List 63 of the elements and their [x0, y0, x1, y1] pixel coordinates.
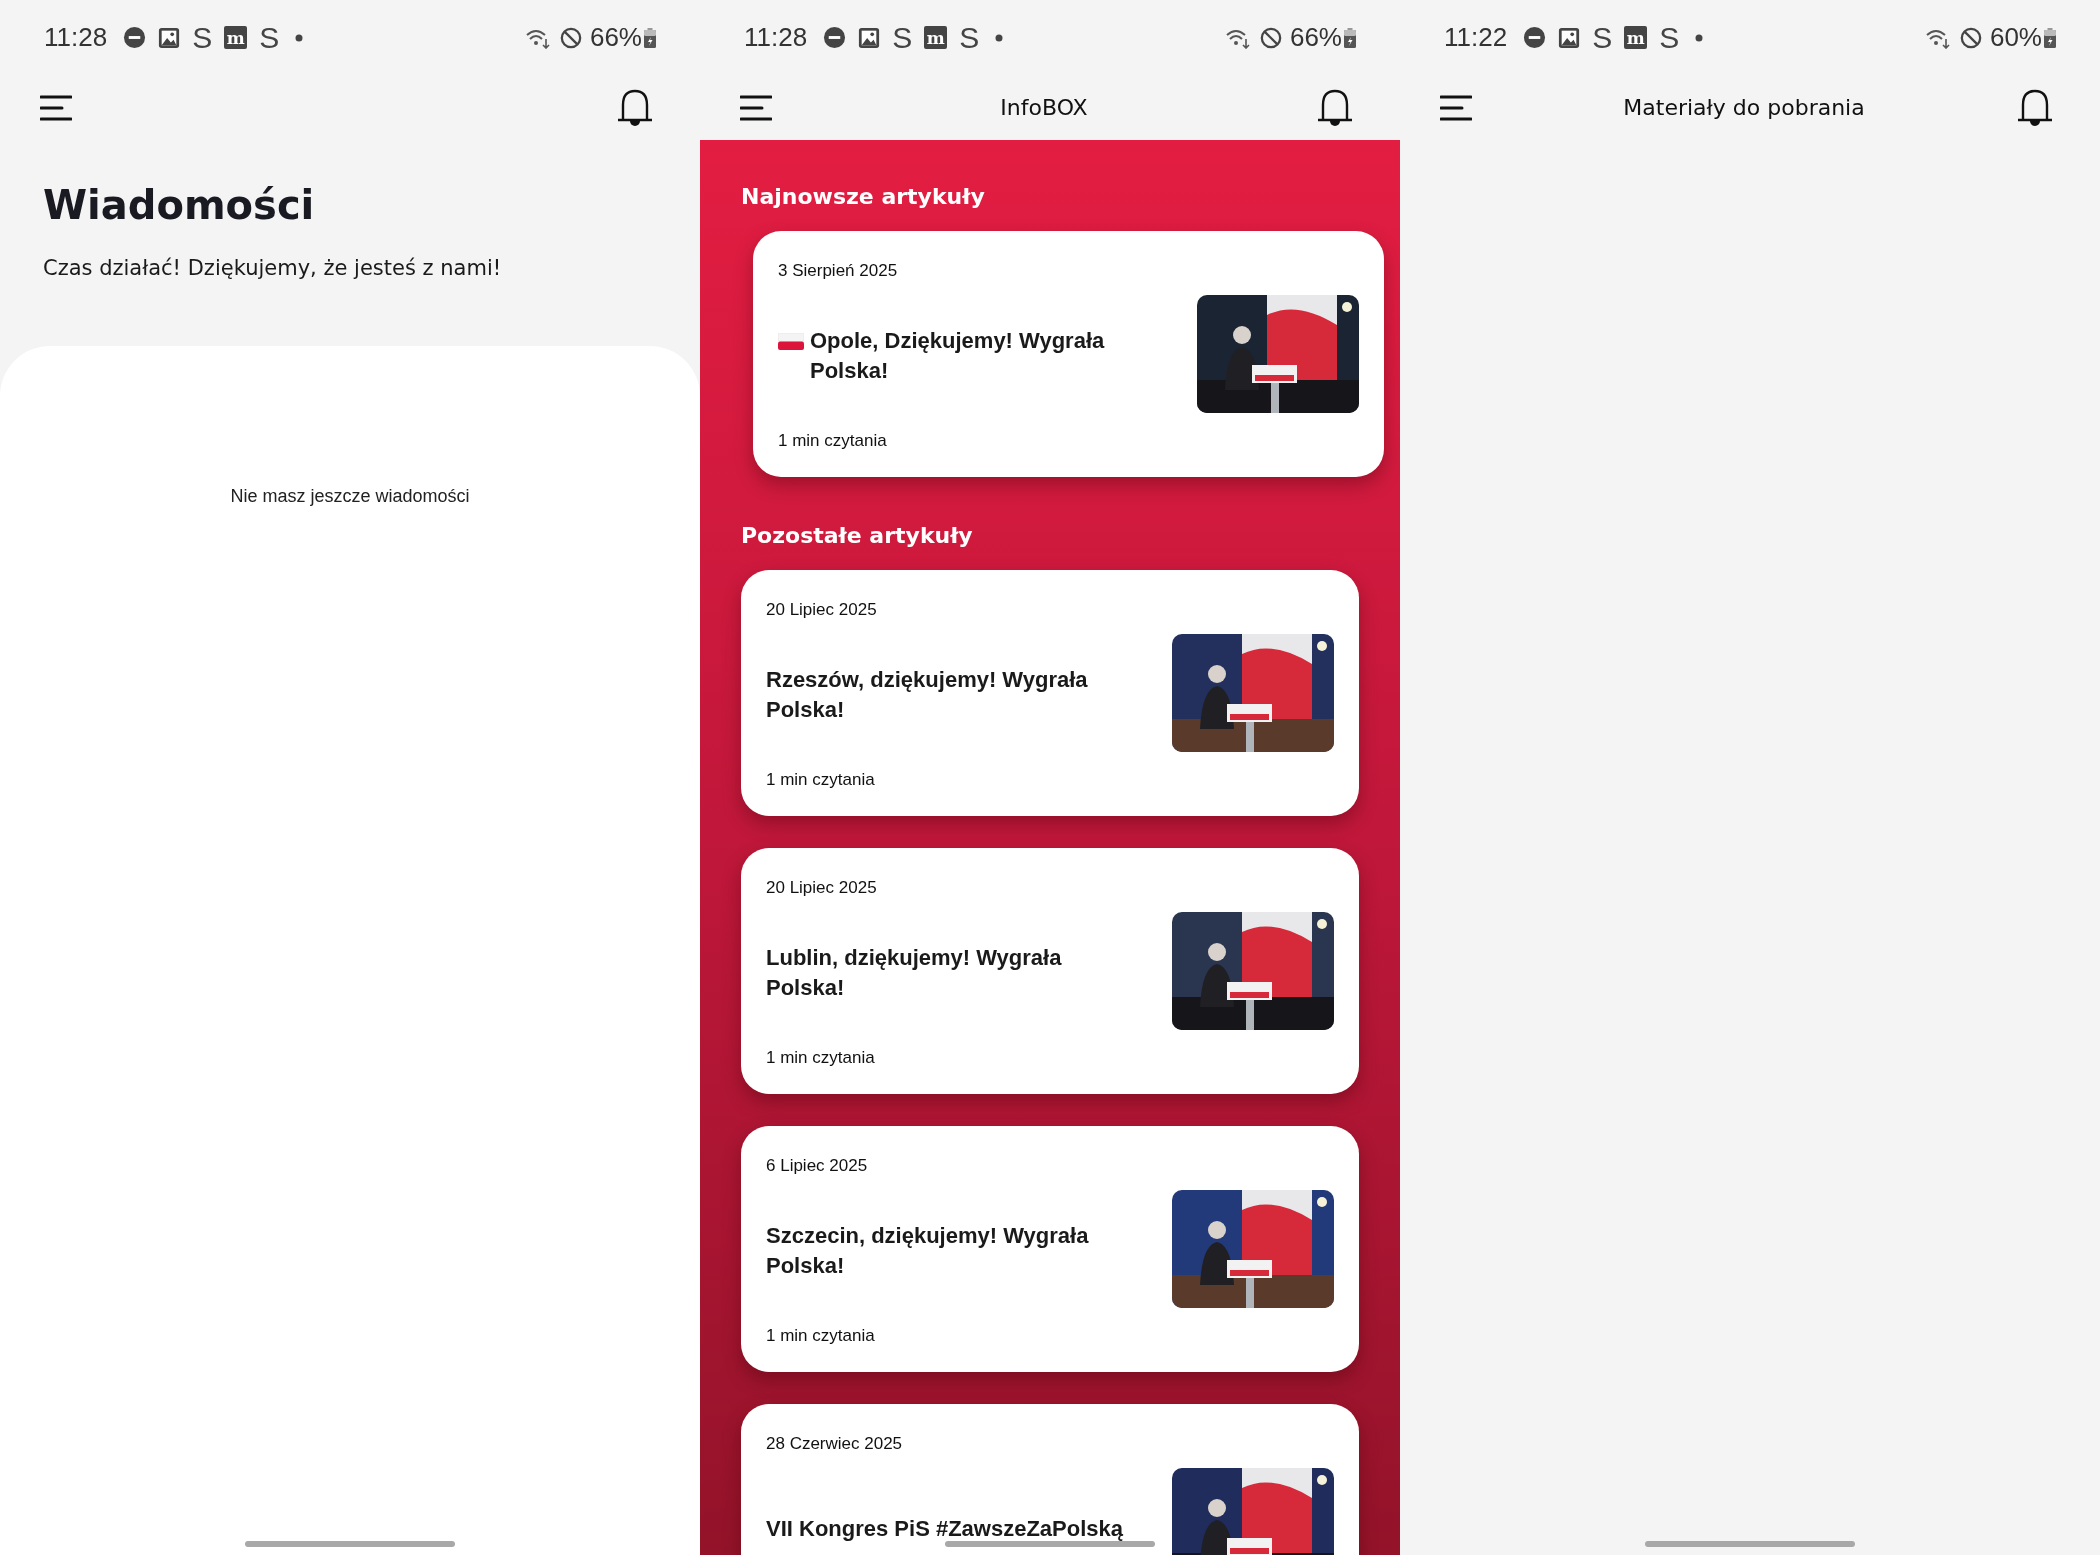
section-heading: Pozostałe artykuły [741, 523, 974, 548]
do-not-disturb-icon [1523, 26, 1547, 49]
article-date: 6 Lipiec 2025 [766, 1156, 869, 1176]
dot-icon [1695, 33, 1704, 42]
do-not-disturb-icon [823, 26, 847, 49]
battery-percentage: 60% [1989, 22, 2042, 53]
app-icon: m [224, 26, 248, 49]
bell-icon[interactable] [2016, 87, 2054, 128]
clock-time: 11:28 [44, 22, 108, 53]
page-title: Wiadomości [43, 182, 316, 228]
menu-icon[interactable] [40, 94, 72, 121]
empty-message: Nie masz jeszcze wiadomości [230, 486, 470, 507]
blocked-icon [559, 26, 582, 49]
image-icon [858, 26, 881, 49]
app-icon: S [892, 22, 913, 53]
article-title: Szczecin, dziękujemy! Wygrała Polska! [766, 1222, 1090, 1280]
article-card[interactable]: 28 Czerwiec 2025 VII Kongres PiS #ZawszeZaPolską [741, 1404, 1359, 1555]
blocked-icon [1259, 26, 1282, 49]
battery-percentage: 66% [589, 22, 642, 53]
read-time: 1 min czytania [766, 1048, 876, 1068]
app-icon: S [192, 22, 213, 53]
article-title: Rzeszów, dziękujemy! Wygrała Polska! [766, 666, 1089, 724]
app-icon: m [1624, 26, 1648, 49]
article-title: Opole, Dziękujemy! Wygrała Polska! [810, 327, 1106, 385]
battery-icon [644, 27, 656, 48]
battery-icon [2044, 27, 2056, 48]
page-subtitle: Czas działać! Dziękujemy, że jesteś z nami! [43, 256, 503, 280]
app-icon: S [959, 22, 980, 53]
clock-time: 11:28 [744, 22, 808, 53]
app-icon: m [924, 26, 948, 49]
article-title: VII Kongres PiS #ZawszeZaPolską [766, 1515, 1124, 1543]
article-title: Lublin, dziękujemy! Wygrała Polska! [766, 944, 1063, 1002]
clock-time: 11:22 [1444, 22, 1508, 53]
app-icon: S [1592, 22, 1613, 53]
article-date: 3 Sierpień 2025 [778, 261, 899, 281]
article-card[interactable]: 3 Sierpień 2025 Opole, Dziękujemy! Wygrała Polska! 1 min czytania [753, 231, 1384, 477]
section-heading: Najnowsze artykuły [741, 184, 986, 209]
bell-icon[interactable] [616, 87, 654, 128]
screen-title: Materiały do pobrania [1622, 95, 1866, 120]
article-date: 20 Lipiec 2025 [766, 600, 878, 620]
menu-icon[interactable] [740, 94, 772, 121]
blocked-icon [1959, 26, 1982, 49]
read-time: 1 min czytania [766, 770, 876, 790]
article-card[interactable]: 20 Lipiec 2025 Lublin, dziękujemy! Wygrała Polska! 1 min czytania [741, 848, 1359, 1094]
image-icon [1558, 26, 1581, 49]
bell-icon[interactable] [1316, 87, 1354, 128]
flag-icon [778, 333, 804, 350]
app-icon: S [259, 22, 280, 53]
dot-icon [295, 33, 304, 42]
battery-icon [1344, 27, 1356, 48]
do-not-disturb-icon [123, 26, 147, 49]
image-icon [158, 26, 181, 49]
app-icon: S [1659, 22, 1680, 53]
article-card[interactable]: 6 Lipiec 2025 Szczecin, dziękujemy! Wygrała Polska! 1 min czytania [741, 1126, 1359, 1372]
battery-percentage: 66% [1289, 22, 1342, 53]
article-date: 28 Czerwiec 2025 [766, 1434, 904, 1454]
article-card[interactable]: 20 Lipiec 2025 Rzeszów, dziękujemy! Wygrała Polska! 1 min czytania [741, 570, 1359, 816]
screen-title: InfoBOX [999, 95, 1089, 120]
read-time: 1 min czytania [766, 1326, 876, 1346]
article-date: 20 Lipiec 2025 [766, 878, 878, 898]
menu-icon[interactable] [1440, 94, 1472, 121]
dot-icon [995, 33, 1004, 42]
read-time: 1 min czytania [778, 431, 888, 451]
